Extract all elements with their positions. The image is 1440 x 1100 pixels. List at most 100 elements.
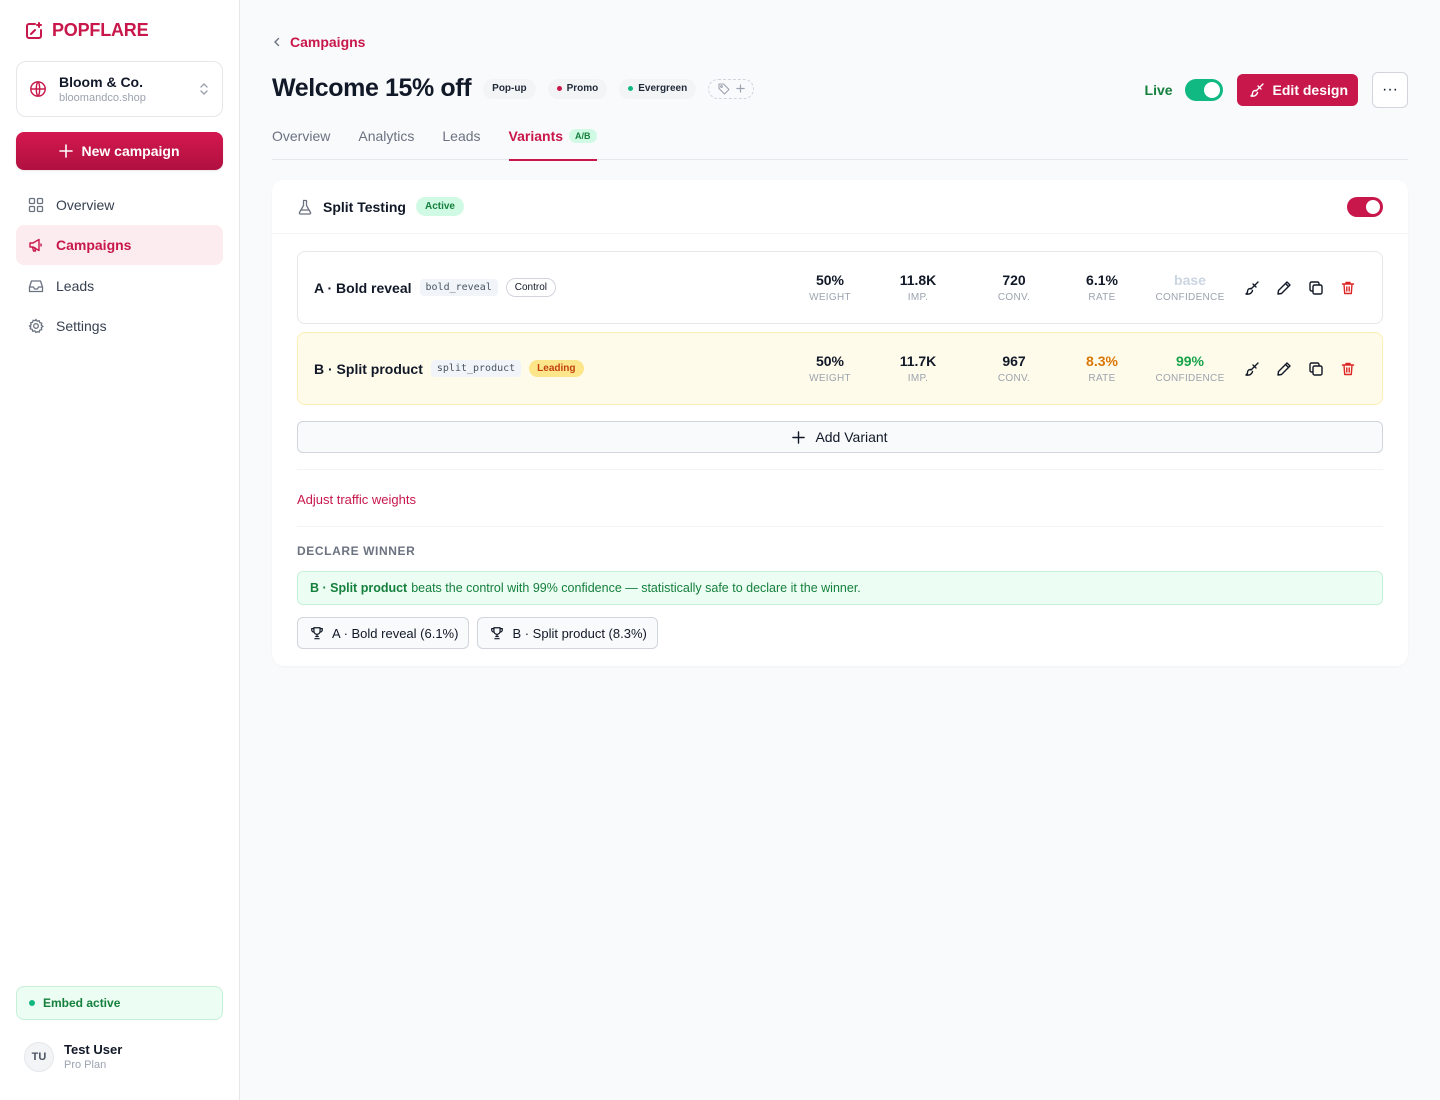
adjust-traffic-weights-link[interactable]: Adjust traffic weights — [297, 492, 416, 507]
store-switcher[interactable]: Bloom & Co. bloomandco.shop — [16, 61, 223, 117]
paintbrush-icon[interactable] — [1244, 361, 1260, 377]
sidebar-item-settings[interactable]: Settings — [16, 306, 223, 346]
page-title: Welcome 15% off — [272, 74, 472, 102]
stat-conversions: 720 CONV. — [962, 252, 1066, 323]
variant-row-b: B · Split product split_product Leading … — [297, 332, 1383, 405]
tab-label: Leads — [442, 128, 481, 144]
stat-label: WEIGHT — [809, 372, 851, 384]
stat-value: base — [1174, 271, 1206, 288]
user-name: Test User — [64, 1042, 123, 1057]
sidebar-item-campaigns[interactable]: Campaigns — [16, 225, 223, 266]
brand-logo[interactable]: POPFLARE — [24, 20, 149, 41]
stat-weight: 50% WEIGHT — [786, 333, 874, 404]
split-testing-toggle[interactable] — [1347, 196, 1383, 217]
new-campaign-label: New campaign — [81, 143, 180, 159]
tab-label: Variants — [508, 128, 564, 144]
toggle-knob — [1366, 199, 1380, 214]
add-variant-button[interactable]: Add Variant — [297, 421, 1383, 453]
embed-status-label: Embed active — [43, 996, 121, 1010]
user-profile[interactable]: TU Test User Pro Plan — [24, 1041, 122, 1072]
trophy-icon — [491, 627, 504, 640]
trash-icon[interactable] — [1340, 361, 1356, 377]
pencil-icon[interactable] — [1276, 361, 1292, 377]
more-options-button[interactable]: ··· — [1372, 72, 1408, 108]
sidebar-item-label: Overview — [56, 197, 115, 213]
stat-confidence: 99% CONFIDENCE — [1138, 333, 1242, 404]
tab-variants[interactable]: Variants A/B — [508, 128, 597, 161]
header-actions: Live Edit design ··· — [1145, 72, 1408, 108]
stat-label: CONFIDENCE — [1155, 372, 1225, 384]
declare-label: A · Bold reveal (6.1%) — [332, 625, 459, 641]
stat-label: IMP. — [907, 372, 929, 384]
megaphone-icon — [29, 239, 42, 253]
stat-label: CONFIDENCE — [1155, 291, 1225, 303]
stat-value: 11.8K — [899, 271, 937, 288]
stat-label: WEIGHT — [809, 291, 851, 303]
inbox-icon — [28, 280, 44, 292]
sidebar-item-label: Leads — [56, 277, 95, 294]
trash-icon[interactable] — [1340, 280, 1356, 296]
live-toggle[interactable] — [1184, 79, 1223, 101]
variant-actions — [1244, 333, 1356, 404]
declare-winner-b-button[interactable]: B · Split product (8.3%) — [477, 617, 658, 649]
sidebar-item-label: Settings — [56, 318, 107, 335]
tabs: Overview Analytics Leads Variants A/B — [272, 128, 1408, 161]
tag-chip-evergreen[interactable]: Evergreen — [619, 78, 697, 99]
declare-winner-a-button[interactable]: A · Bold reveal (6.1%) — [297, 617, 470, 649]
tab-overview[interactable]: Overview — [272, 128, 330, 160]
edit-design-label: Edit design — [1272, 82, 1348, 98]
declare-winner-buttons: A · Bold reveal (6.1%) B · Split product… — [297, 617, 658, 649]
stat-weight: 50% WEIGHT — [786, 252, 874, 323]
chevron-left-icon — [274, 37, 280, 47]
chevron-up-down-icon — [200, 83, 208, 95]
sidebar-item-label: Campaigns — [56, 237, 132, 254]
control-badge: Control — [505, 278, 556, 297]
winner-variant-name: B · Split product — [310, 581, 408, 595]
status-dot — [29, 1000, 35, 1006]
user-plan: Pro Plan — [64, 1059, 107, 1071]
variant-code: bold_reveal — [419, 279, 498, 296]
sidebar-item-leads[interactable]: Leads — [16, 266, 223, 306]
stat-conversions: 967 CONV. — [962, 333, 1066, 404]
stat-value: 6.1% — [1086, 271, 1118, 288]
pencil-icon[interactable] — [1276, 280, 1292, 296]
paintbrush-icon — [1249, 83, 1264, 97]
divider — [297, 526, 1383, 527]
leading-badge: Leading — [529, 360, 584, 377]
breadcrumb-label: Campaigns — [290, 34, 366, 50]
add-variant-label: Add Variant — [815, 429, 888, 445]
sidebar-nav: Overview Campaigns Leads Settings — [16, 185, 223, 347]
stat-value: 50% — [815, 271, 845, 288]
sidebar: POPFLARE Bloom & Co. bloomandco.shop New… — [0, 0, 240, 1100]
stat-rate: 8.3% RATE — [1066, 333, 1138, 404]
store-url: bloomandco.shop — [59, 92, 146, 104]
winner-recommendation: B · Split product beats the control with… — [297, 571, 1383, 605]
edit-design-button[interactable]: Edit design — [1236, 74, 1358, 106]
trophy-icon — [311, 627, 323, 640]
popflare-logo-icon — [26, 21, 42, 39]
tag-dot — [556, 86, 562, 91]
avatar: TU — [24, 1041, 54, 1072]
plus-icon — [792, 430, 806, 444]
add-tag-button[interactable] — [708, 78, 755, 99]
sidebar-item-overview[interactable]: Overview — [16, 185, 223, 225]
paintbrush-icon[interactable] — [1244, 280, 1260, 296]
tab-leads[interactable]: Leads — [442, 128, 480, 160]
declare-label: B · Split product (8.3%) — [512, 625, 647, 641]
tag-chip-promo[interactable]: Promo — [547, 78, 608, 99]
stat-label: CONV. — [997, 291, 1031, 303]
live-label: Live — [1144, 82, 1173, 98]
more-icon: ··· — [1382, 81, 1398, 98]
tab-analytics[interactable]: Analytics — [358, 128, 414, 160]
new-campaign-button[interactable]: New campaign — [16, 132, 223, 170]
chip-label: Promo — [566, 83, 599, 94]
stat-rate: 6.1% RATE — [1066, 252, 1138, 323]
breadcrumb[interactable]: Campaigns — [272, 34, 365, 50]
gear-icon — [28, 318, 44, 334]
copy-icon[interactable] — [1308, 361, 1324, 377]
stat-value: 50% — [815, 352, 845, 369]
copy-icon[interactable] — [1308, 280, 1324, 296]
variant-code: split_product — [430, 360, 522, 377]
card-header: Split Testing Active — [272, 180, 1408, 234]
brand-name: POPFLARE — [52, 20, 149, 40]
